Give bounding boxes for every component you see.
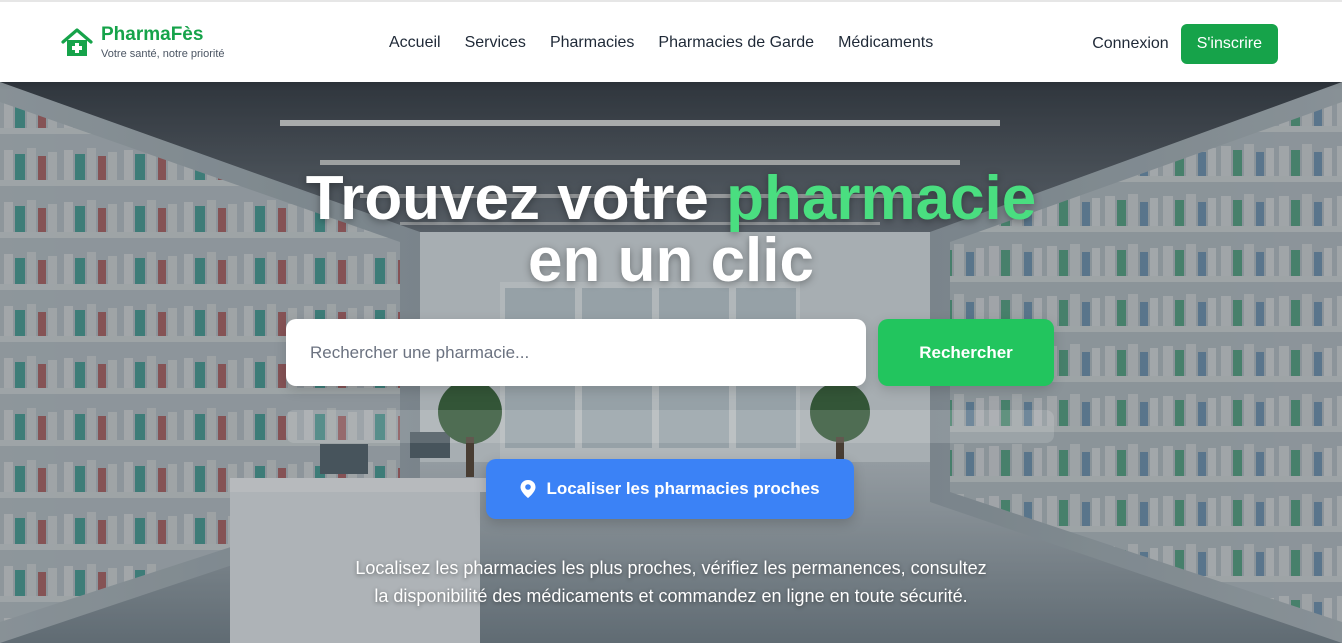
nav-link-medicaments[interactable]: Médicaments	[838, 34, 933, 52]
nav-link-pharmacies[interactable]: Pharmacies	[550, 34, 634, 52]
hero-title: Trouvez votre pharmacie en un clic	[0, 168, 1342, 292]
hero-description: Localisez les pharmacies les plus proche…	[321, 554, 1021, 610]
hero-description-line2: la disponibilité des médicaments et comm…	[374, 586, 968, 606]
brand-logo[interactable]: PharmaFès Votre santé, notre priorité	[61, 24, 225, 61]
search-results-strip	[286, 410, 1054, 443]
hero-description-line1: Localisez les pharmacies les plus proche…	[355, 558, 987, 578]
search-button[interactable]: Rechercher	[878, 319, 1054, 386]
nav-link-accueil[interactable]: Accueil	[389, 34, 441, 52]
hero-title-accent: pharmacie	[726, 164, 1037, 233]
house-cross-icon	[61, 28, 93, 56]
nav-link-services[interactable]: Services	[465, 34, 526, 52]
hero-title-part2: en un clic	[528, 226, 814, 295]
main-nav: Accueil Services Pharmacies Pharmacies d…	[389, 2, 933, 84]
top-navbar: PharmaFès Votre santé, notre priorité Ac…	[0, 0, 1342, 82]
map-pin-icon	[520, 480, 536, 498]
locate-pharmacies-button[interactable]: Localiser les pharmacies proches	[486, 459, 854, 519]
hero-title-part1: Trouvez votre	[305, 164, 709, 233]
locate-button-label: Localiser les pharmacies proches	[546, 479, 820, 498]
brand-name: PharmaFès	[101, 24, 204, 45]
brand-tagline: Votre santé, notre priorité	[101, 48, 225, 60]
login-link[interactable]: Connexion	[1092, 35, 1169, 53]
signup-button[interactable]: S'inscrire	[1180, 24, 1278, 64]
nav-link-pharmacies-de-garde[interactable]: Pharmacies de Garde	[658, 34, 814, 52]
pharmacy-search-input[interactable]	[286, 319, 866, 386]
auth-area: Connexion S'inscrire	[1092, 24, 1278, 64]
hero-section: Trouvez votre pharmacie en un clic Reche…	[0, 82, 1342, 643]
